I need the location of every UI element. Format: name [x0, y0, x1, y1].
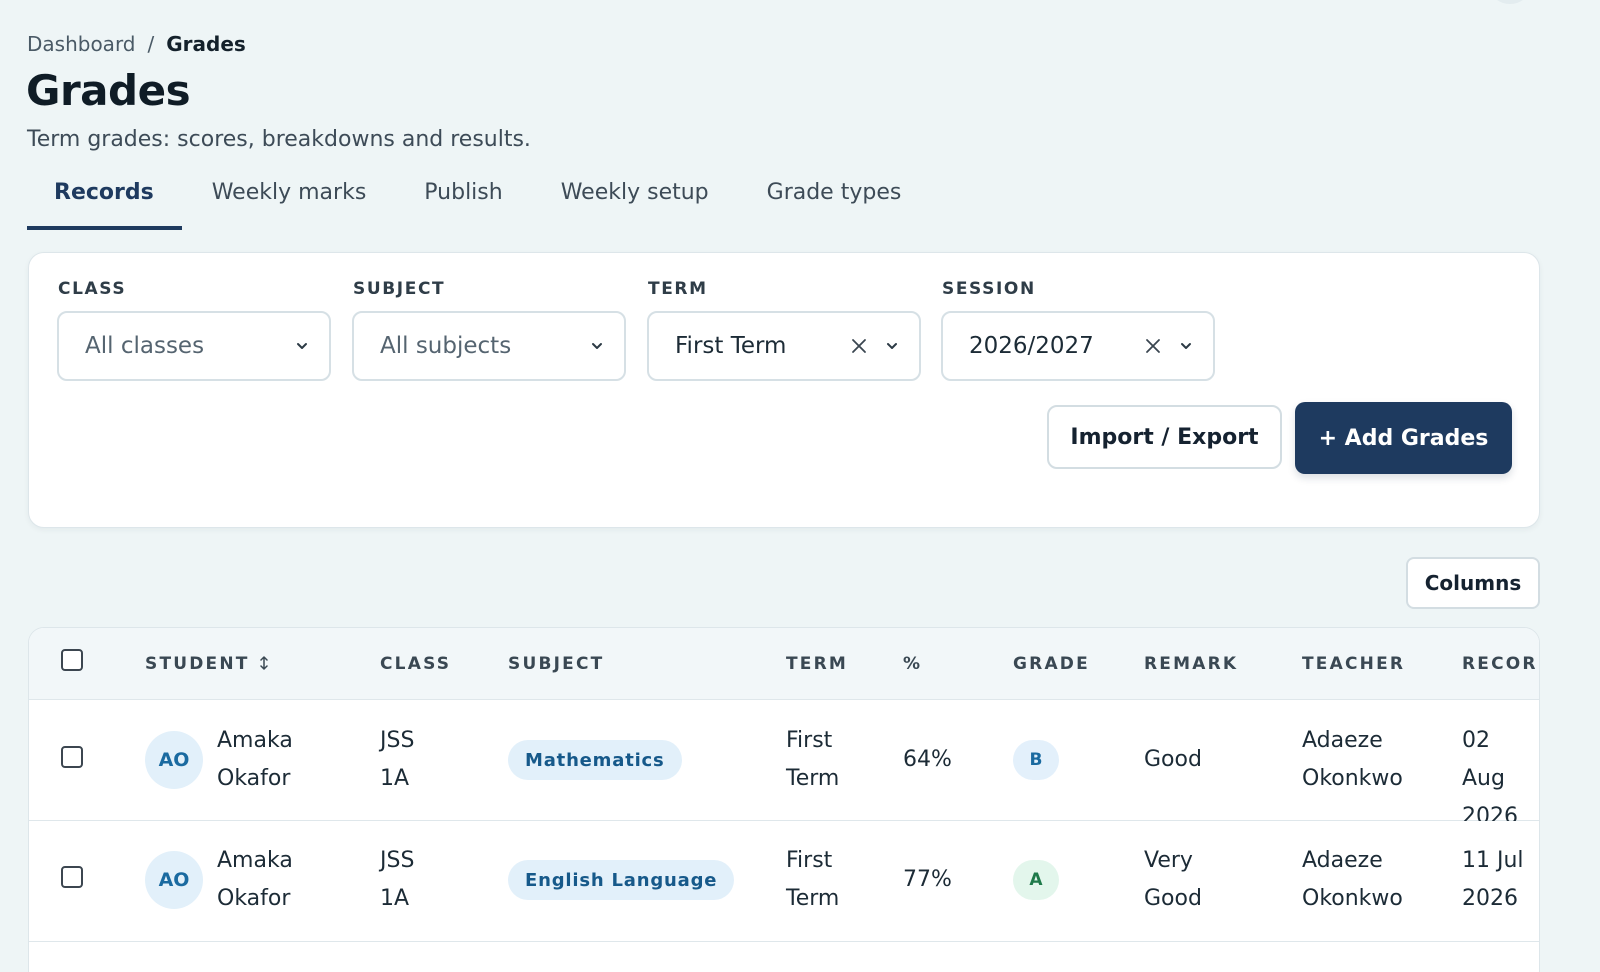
tab-weekly-setup[interactable]: Weekly setup — [533, 172, 737, 230]
percent-cell: 77% — [903, 867, 952, 892]
tab-weekly-marks[interactable]: Weekly marks — [184, 172, 395, 230]
teacher-cell: Adaeze Okonkwo — [1302, 848, 1403, 911]
grade-badge: B — [1013, 740, 1059, 780]
subject-select[interactable]: All subjects — [352, 311, 626, 381]
column-header-grade: GRADE — [1013, 654, 1090, 674]
column-header-teacher: TEACHER — [1302, 654, 1406, 674]
term-select[interactable]: First Term — [647, 311, 921, 381]
teacher-cell: Adaeze Okonkwo — [1302, 728, 1403, 791]
column-header-class: CLASS — [380, 654, 452, 674]
breadcrumb-dashboard-link[interactable]: Dashboard — [27, 32, 136, 56]
tab-bar: Records Weekly marks Publish Weekly setu… — [27, 172, 929, 232]
columns-button[interactable]: Columns — [1406, 557, 1540, 609]
tab-records[interactable]: Records — [27, 172, 182, 230]
tab-publish[interactable]: Publish — [396, 172, 530, 230]
subject-filter: SUBJECT All subjects — [352, 279, 626, 381]
class-filter-label: CLASS — [58, 279, 127, 299]
class-select[interactable]: All classes — [57, 311, 331, 381]
table-row[interactable]: AO Amaka Okafor JSS 1A Mathematics First… — [29, 700, 1539, 829]
term-filter-label: TERM — [648, 279, 708, 299]
clear-icon[interactable] — [849, 336, 869, 356]
recorded-date-cell: 11 Jul 2026 — [1462, 848, 1524, 911]
grade-badge: A — [1013, 860, 1059, 900]
page: Dashboard / Grades Grades Term grades: s… — [0, 0, 1600, 972]
class-cell: JSS 1A — [380, 848, 415, 911]
breadcrumb-separator: / — [147, 32, 155, 56]
page-subtitle: Term grades: scores, breakdowns and resu… — [27, 127, 531, 152]
grades-table: STUDENT CLASS SUBJECT TERM % GRADE REMAR… — [28, 627, 1540, 972]
column-header-student[interactable]: STUDENT — [145, 654, 270, 674]
column-header-subject: SUBJECT — [508, 654, 605, 674]
clear-icon[interactable] — [1143, 336, 1163, 356]
student-name[interactable]: Amaka Okafor — [217, 722, 293, 798]
percent-cell: 64% — [903, 747, 952, 772]
term-cell: First Term — [786, 728, 840, 791]
import-export-button[interactable]: Import / Export — [1047, 405, 1282, 469]
user-avatar[interactable] — [1490, 0, 1530, 4]
page-title: Grades — [26, 66, 191, 115]
remark-cell: Very Good — [1144, 848, 1202, 911]
class-filter: CLASS All classes — [57, 279, 331, 381]
session-select-value: 2026/2027 — [969, 333, 1094, 359]
student-avatar: AO — [145, 851, 203, 909]
student-avatar: AO — [145, 731, 203, 789]
remark-cell: Good — [1144, 747, 1202, 772]
chevron-down-icon — [887, 343, 897, 349]
chevron-down-icon — [1181, 343, 1191, 349]
breadcrumb: Dashboard / Grades — [27, 32, 246, 56]
subject-pill: English Language — [508, 860, 735, 900]
student-name[interactable]: Amaka Okafor — [217, 842, 293, 918]
row-checkbox[interactable] — [61, 866, 83, 888]
filter-card: CLASS All classes SUBJECT All subjects T… — [28, 252, 1540, 528]
term-cell: First Term — [786, 848, 840, 911]
column-header-term: TERM — [786, 654, 849, 674]
subject-pill: Mathematics — [508, 740, 682, 780]
class-cell: JSS 1A — [380, 728, 415, 791]
column-header-recorded: RECORD — [1462, 654, 1539, 674]
select-all-checkbox[interactable] — [61, 649, 83, 671]
term-filter: TERM First Term — [647, 279, 921, 381]
table-header: STUDENT CLASS SUBJECT TERM % GRADE REMAR… — [29, 628, 1539, 700]
chevron-down-icon — [297, 343, 307, 349]
chevron-down-icon — [592, 343, 602, 349]
row-checkbox[interactable] — [61, 746, 83, 768]
tab-grade-types[interactable]: Grade types — [739, 172, 930, 230]
recorded-date-cell: 02 Aug 2026 — [1462, 728, 1518, 829]
subject-filter-label: SUBJECT — [353, 279, 446, 299]
session-select[interactable]: 2026/2027 — [941, 311, 1215, 381]
column-header-remark: REMARK — [1144, 654, 1239, 674]
add-grades-button[interactable]: + Add Grades — [1295, 402, 1512, 474]
subject-select-value: All subjects — [380, 333, 512, 359]
session-filter: SESSION 2026/2027 — [941, 279, 1215, 381]
table-row[interactable]: AO Amaka Okafor JSS 1A English Language … — [29, 821, 1539, 942]
term-select-value: First Term — [675, 333, 787, 359]
session-filter-label: SESSION — [942, 279, 1036, 299]
class-select-value: All classes — [85, 333, 205, 359]
sort-icon[interactable] — [258, 656, 270, 670]
breadcrumb-current: Grades — [166, 32, 246, 56]
column-header-percent: % — [903, 654, 923, 674]
